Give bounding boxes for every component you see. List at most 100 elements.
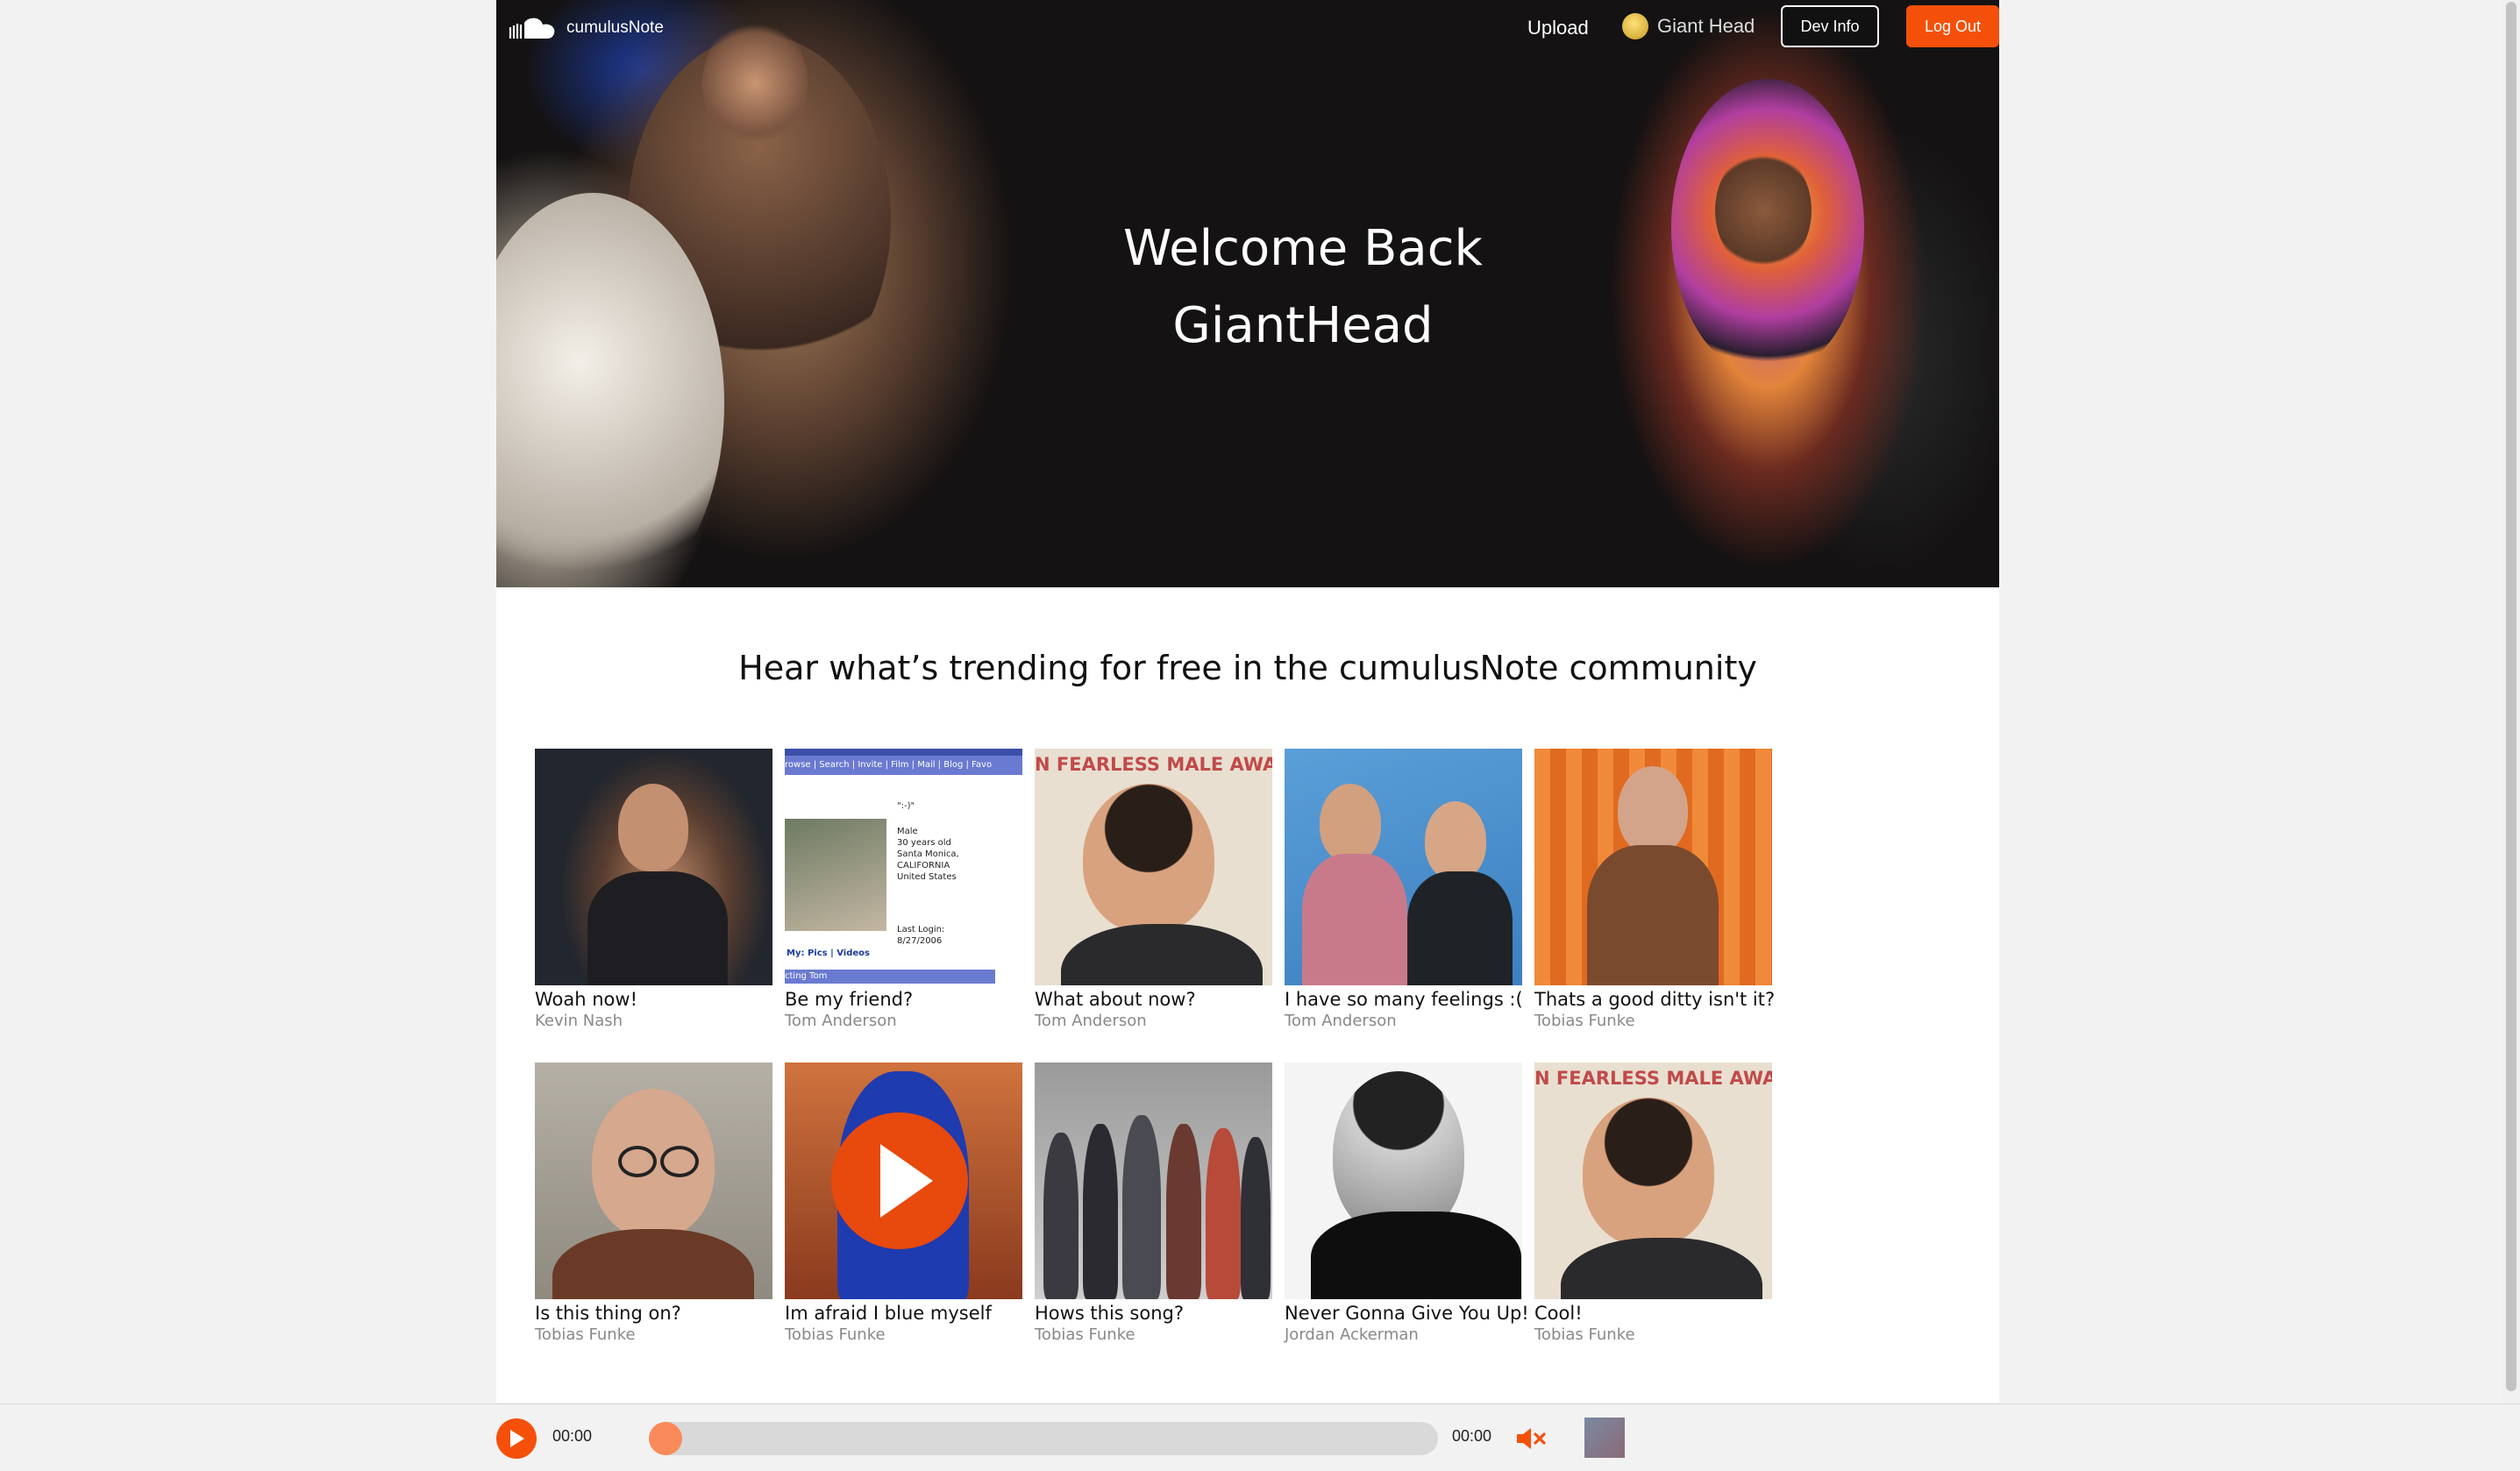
track-title[interactable]: Thats a good ditty isn't it?: [1534, 987, 1775, 1012]
track-artist[interactable]: Tobias Funke: [1534, 1012, 1772, 1031]
track-artist[interactable]: Tom Anderson: [1035, 1012, 1272, 1031]
track-card[interactable]: Im afraid I blue myself Tobias Funke: [785, 1062, 1022, 1345]
current-time: 00:00: [552, 1427, 593, 1445]
artwork-face: [1425, 801, 1486, 880]
artwork-figure: [1083, 1124, 1118, 1299]
trending-heading: Hear what’s trending for free in the cum…: [738, 649, 1757, 687]
hero-banner: cumulusNote Upload Giant Head Dev Info L…: [496, 0, 1999, 587]
track-artwork[interactable]: [1285, 1062, 1522, 1299]
artwork-face: [1618, 766, 1688, 854]
track-title[interactable]: I have so many feelings :(: [1285, 987, 1523, 1012]
track-title[interactable]: Cool!: [1534, 1301, 1772, 1325]
track-card[interactable]: N FEARLESS MALE AWARDS Cool! Tobias Funk…: [1534, 1062, 1772, 1345]
progress-knob[interactable]: [649, 1422, 682, 1455]
play-icon: [510, 1430, 524, 1447]
track-card[interactable]: Is this thing on? Tobias Funke: [535, 1062, 772, 1345]
logout-button[interactable]: Log Out: [1906, 5, 1999, 47]
artwork-links: My: Pics | Videos: [787, 949, 870, 958]
artwork-glasses: [618, 1146, 657, 1177]
artwork-sweater: [552, 1229, 754, 1299]
track-card[interactable]: I have so many feelings :( Tom Anderson: [1285, 749, 1523, 1031]
artwork-figure: [1241, 1137, 1271, 1299]
track-artwork[interactable]: [1035, 1062, 1272, 1299]
mute-icon[interactable]: [1515, 1425, 1547, 1452]
track-artwork[interactable]: [1285, 749, 1522, 985]
artwork-figure: [1166, 1124, 1201, 1299]
track-artwork[interactable]: [1534, 749, 1772, 985]
avatar: [1622, 13, 1648, 39]
track-card[interactable]: N FEARLESS MALE AWARDS What about now? T…: [1035, 749, 1272, 1031]
username-label: Giant Head: [1657, 15, 1755, 37]
artwork-shirt: [587, 871, 728, 985]
artwork-bar: cting Tom: [785, 970, 995, 984]
top-navbar: cumulusNote Upload Giant Head Dev Info L…: [496, 0, 1999, 54]
track-card[interactable]: Hows this song? Tobias Funke: [1035, 1062, 1272, 1345]
track-artwork[interactable]: [785, 1062, 1022, 1299]
artwork-quote: ":-)": [897, 801, 915, 811]
artwork-shirt: [1561, 1238, 1762, 1299]
audio-player-bar: 00:00 00:00: [0, 1403, 2520, 1471]
track-artwork[interactable]: [535, 749, 772, 985]
artwork-nav: rowse | Search | Invite | Film | Mail | …: [785, 756, 1022, 775]
upload-link[interactable]: Upload: [1527, 12, 1589, 44]
artwork-coat: [1311, 1212, 1521, 1299]
welcome-line: Welcome Back: [1123, 220, 1483, 277]
artwork-login: Last Login: 8/27/2006: [897, 925, 945, 946]
artwork-shirt: [1302, 854, 1407, 985]
track-artwork[interactable]: rowse | Search | Invite | Film | Mail | …: [785, 749, 1022, 985]
track-artist[interactable]: Tobias Funke: [1035, 1325, 1272, 1345]
track-artist[interactable]: Jordan Ackerman: [1285, 1325, 1522, 1345]
track-artist[interactable]: Tobias Funke: [1534, 1325, 1772, 1345]
brand-name: cumulusNote: [566, 18, 664, 37]
play-icon[interactable]: [829, 1102, 970, 1260]
track-title[interactable]: Is this thing on?: [535, 1301, 772, 1325]
track-card[interactable]: Never Gonna Give You Up! Jordan Ackerman: [1285, 1062, 1529, 1345]
track-title[interactable]: Never Gonna Give You Up!: [1285, 1301, 1529, 1325]
player-play-button[interactable]: [496, 1418, 537, 1459]
welcome-username: GiantHead: [1172, 297, 1434, 354]
track-card[interactable]: Thats a good ditty isn't it? Tobias Funk…: [1534, 749, 1775, 1031]
welcome-message: Welcome Back GiantHead: [987, 210, 1619, 365]
brand-logo[interactable]: cumulusNote: [502, 12, 664, 44]
page-scrollbar[interactable]: [2502, 0, 2520, 1403]
artwork-figure: [1122, 1115, 1161, 1299]
artwork-face: [618, 784, 688, 871]
track-title[interactable]: Woah now!: [535, 987, 772, 1012]
artwork-profile: Male 30 years old Santa Monica, CALIFORN…: [897, 827, 959, 882]
cloud-icon: [509, 18, 555, 39]
dev-info-button[interactable]: Dev Info: [1781, 5, 1879, 47]
trending-grid: Woah now! Kevin Nash rowse | Search | In…: [535, 749, 1775, 1345]
artwork-glasses: [660, 1146, 699, 1177]
artwork-figure: [1043, 1133, 1078, 1299]
track-card[interactable]: rowse | Search | Invite | Film | Mail | …: [785, 749, 1022, 1031]
artwork-topbar: [785, 749, 1022, 756]
artwork-figure: [1206, 1128, 1241, 1299]
artwork-face: [1083, 784, 1214, 933]
track-title[interactable]: What about now?: [1035, 987, 1272, 1012]
track-artwork[interactable]: N FEARLESS MALE AWARDS: [1035, 749, 1272, 985]
artwork-photo: [785, 819, 886, 931]
scrollbar-thumb[interactable]: [2506, 2, 2516, 1391]
progress-bar[interactable]: [649, 1422, 1438, 1455]
track-card[interactable]: Woah now! Kevin Nash: [535, 749, 772, 1031]
artwork-face: [1583, 1098, 1714, 1247]
track-artist[interactable]: Kevin Nash: [535, 1012, 772, 1031]
track-title[interactable]: Im afraid I blue myself: [785, 1301, 1022, 1325]
track-artist[interactable]: Tom Anderson: [1285, 1012, 1522, 1031]
track-artist[interactable]: Tobias Funke: [535, 1325, 772, 1345]
track-artwork[interactable]: [535, 1062, 772, 1299]
track-title[interactable]: Hows this song?: [1035, 1301, 1272, 1325]
track-artist[interactable]: Tobias Funke: [785, 1325, 1022, 1345]
track-artwork[interactable]: N FEARLESS MALE AWARDS: [1534, 1062, 1772, 1299]
track-artist[interactable]: Tom Anderson: [785, 1012, 1022, 1031]
page-container: cumulusNote Upload Giant Head Dev Info L…: [496, 0, 1999, 1403]
artwork-shirt: [1407, 871, 1513, 985]
hero-face: [1715, 149, 1812, 272]
track-title[interactable]: Be my friend?: [785, 987, 1022, 1012]
artwork-awards-text: N FEARLESS MALE AWARDS: [1035, 754, 1272, 775]
artwork-awards-text: N FEARLESS MALE AWARDS: [1534, 1068, 1772, 1089]
user-menu[interactable]: Giant Head: [1622, 11, 1755, 42]
now-playing-artwork[interactable]: [1584, 1418, 1625, 1458]
artwork-face: [1320, 784, 1381, 863]
duration-time: 00:00: [1452, 1427, 1492, 1445]
